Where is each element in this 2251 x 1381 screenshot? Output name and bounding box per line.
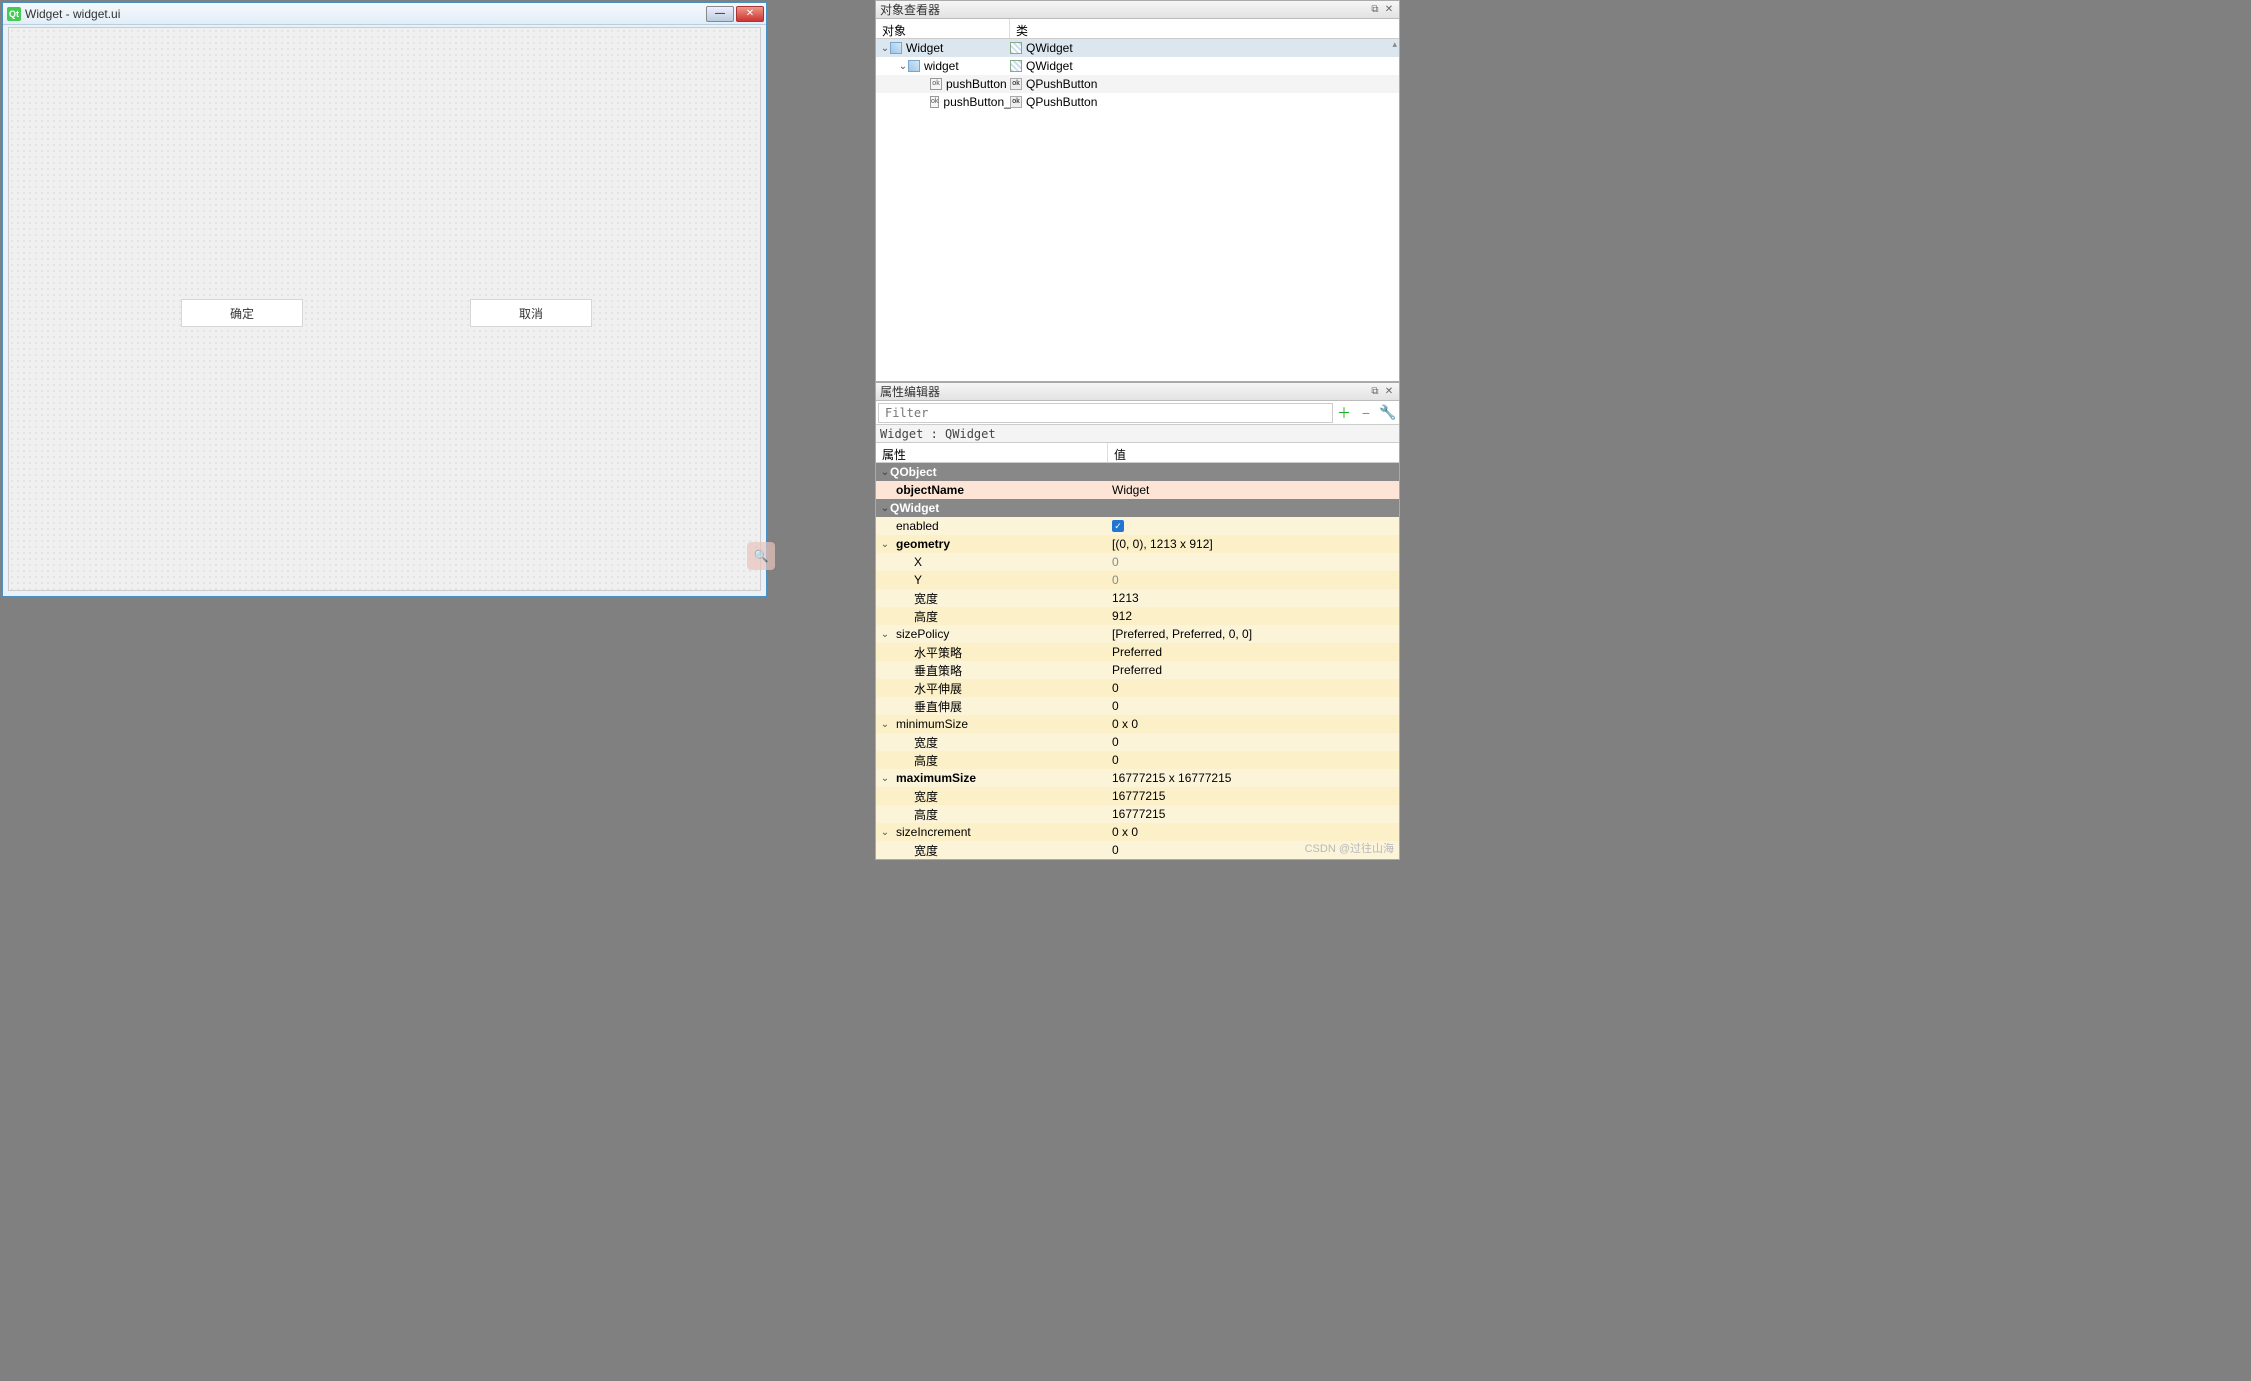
object-inspector-panel: 对象查看器 ⧉ ✕ 对象 类 ▴ ⌄ Widget QWidget ⌄ widget… [875,0,1400,382]
qwidget-class-icon [1010,42,1022,54]
chevron-down-icon[interactable]: ⌄ [880,827,890,838]
col-header-object[interactable]: 对象 [876,19,1010,38]
prop-geometry-y[interactable]: Y0 [876,571,1399,589]
property-table-body[interactable]: ⌄QObject objectNameWidget ⌄QWidget enabl… [876,463,1399,859]
group-qwidget[interactable]: ⌄QWidget [876,499,1399,517]
prop-min-height[interactable]: 高度0 [876,751,1399,769]
prop-max-height[interactable]: 高度16777215 [876,805,1399,823]
qt-icon: Qt [7,7,21,21]
filter-row: ＋ − 🔧 [876,401,1399,425]
prop-sizepolicy[interactable]: ⌄sizePolicy[Preferred, Preferred, 0, 0] [876,625,1399,643]
col-header-value[interactable]: 值 [1108,443,1399,462]
tree-row-pushbutton-1[interactable]: okpushButton okQPushButton [876,75,1399,93]
prop-minimumsize[interactable]: ⌄minimumSize0 x 0 [876,715,1399,733]
cls-name: QPushButton [1026,95,1097,109]
window-title: Widget - widget.ui [25,7,706,21]
obj-name: Widget [906,41,943,55]
detach-icon[interactable]: ⧉ [1369,4,1381,16]
widget-icon [890,42,902,54]
prop-sizeincrement[interactable]: ⌄sizeIncrement0 x 0 [876,823,1399,841]
panel-close-icon[interactable]: ✕ [1383,386,1395,398]
prop-enabled[interactable]: enabled✓ [876,517,1399,535]
chevron-down-icon[interactable]: ⌄ [898,61,908,72]
prop-geometry[interactable]: ⌄geometry[(0, 0), 1213 x 912] [876,535,1399,553]
cancel-button-label: 取消 [519,305,543,322]
scroll-up-icon[interactable]: ▴ [1392,39,1397,50]
object-tree-body[interactable]: ▴ ⌄Widget QWidget ⌄widget QWidget okpush… [876,39,1399,381]
group-qobject[interactable]: ⌄QObject [876,463,1399,481]
property-editor-panel: 属性编辑器 ⧉ ✕ ＋ − 🔧 Widget : QWidget 属性 值 ⌄Q… [875,382,1400,860]
object-inspector-header[interactable]: 对象查看器 ⧉ ✕ [876,1,1399,19]
window-titlebar[interactable]: Qt Widget - widget.ui — ✕ [3,3,766,25]
cls-name: QPushButton [1026,77,1097,91]
qpushbutton-class-icon: ok [1010,96,1022,108]
prop-maximumsize[interactable]: ⌄maximumSize16777215 x 16777215 [876,769,1399,787]
object-inspector-title: 对象查看器 [880,1,940,18]
obj-name: widget [924,59,959,73]
panel-close-icon[interactable]: ✕ [1383,4,1395,16]
property-editor-header[interactable]: 属性编辑器 ⧉ ✕ [876,383,1399,401]
prop-min-width[interactable]: 宽度0 [876,733,1399,751]
chevron-down-icon[interactable]: ⌄ [880,629,890,640]
ok-button-label: 确定 [230,305,254,322]
chevron-down-icon[interactable]: ⌄ [880,773,890,784]
watermark: CSDN @过往山海 [1305,840,1394,856]
chevron-down-icon[interactable]: ⌄ [880,43,890,54]
button-icon: ok [930,96,939,108]
chevron-down-icon[interactable]: ⌄ [880,503,890,514]
minimize-button[interactable]: — [706,6,734,22]
property-table-header: 属性 值 [876,443,1399,463]
prop-vpolicy[interactable]: 垂直策略Preferred [876,661,1399,679]
tree-row-widget-child[interactable]: ⌄ widget QWidget [876,57,1399,75]
qwidget-class-icon [1010,60,1022,72]
chevron-down-icon[interactable]: ⌄ [880,719,890,730]
prop-geometry-width[interactable]: 宽度1213 [876,589,1399,607]
settings-icon[interactable]: 🔧 [1377,402,1399,424]
button-icon: ok [930,78,942,90]
detach-icon[interactable]: ⧉ [1369,386,1381,398]
prop-max-width[interactable]: 宽度16777215 [876,787,1399,805]
cancel-button[interactable]: 取消 [470,299,592,327]
checkbox-checked-icon[interactable]: ✓ [1112,520,1124,532]
magnify-icon[interactable]: 🔍 [747,542,775,570]
property-editor-title: 属性编辑器 [880,383,940,400]
cls-name: QWidget [1026,41,1073,55]
prop-vstretch[interactable]: 垂直伸展0 [876,697,1399,715]
filter-input[interactable] [878,403,1333,423]
obj-name: pushButton_2 [943,95,1017,109]
prop-geometry-x[interactable]: X0 [876,553,1399,571]
qpushbutton-class-icon: ok [1010,78,1022,90]
chevron-down-icon[interactable]: ⌄ [880,467,890,478]
property-breadcrumb: Widget : QWidget [876,425,1399,443]
obj-name: pushButton [946,77,1007,91]
design-canvas[interactable]: 确定 取消 🔍 [8,27,761,591]
ok-button[interactable]: 确定 [181,299,303,327]
col-header-property[interactable]: 属性 [876,443,1108,462]
col-header-class[interactable]: 类 [1010,19,1399,38]
chevron-down-icon[interactable]: ⌄ [880,539,890,550]
tree-row-pushbutton-2[interactable]: okpushButton_2 okQPushButton [876,93,1399,111]
cls-name: QWidget [1026,59,1073,73]
prop-hpolicy[interactable]: 水平策略Preferred [876,643,1399,661]
add-property-icon[interactable]: ＋ [1333,402,1355,424]
design-window: Qt Widget - widget.ui — ✕ 确定 取消 🔍 [2,2,767,597]
prop-geometry-height[interactable]: 高度912 [876,607,1399,625]
tree-row-widget-root[interactable]: ⌄ Widget QWidget [876,39,1399,57]
remove-property-icon[interactable]: − [1355,402,1377,424]
close-button[interactable]: ✕ [736,6,764,22]
prop-hstretch[interactable]: 水平伸展0 [876,679,1399,697]
widget-icon [908,60,920,72]
object-tree-header: 对象 类 [876,19,1399,39]
prop-objectname[interactable]: objectNameWidget [876,481,1399,499]
